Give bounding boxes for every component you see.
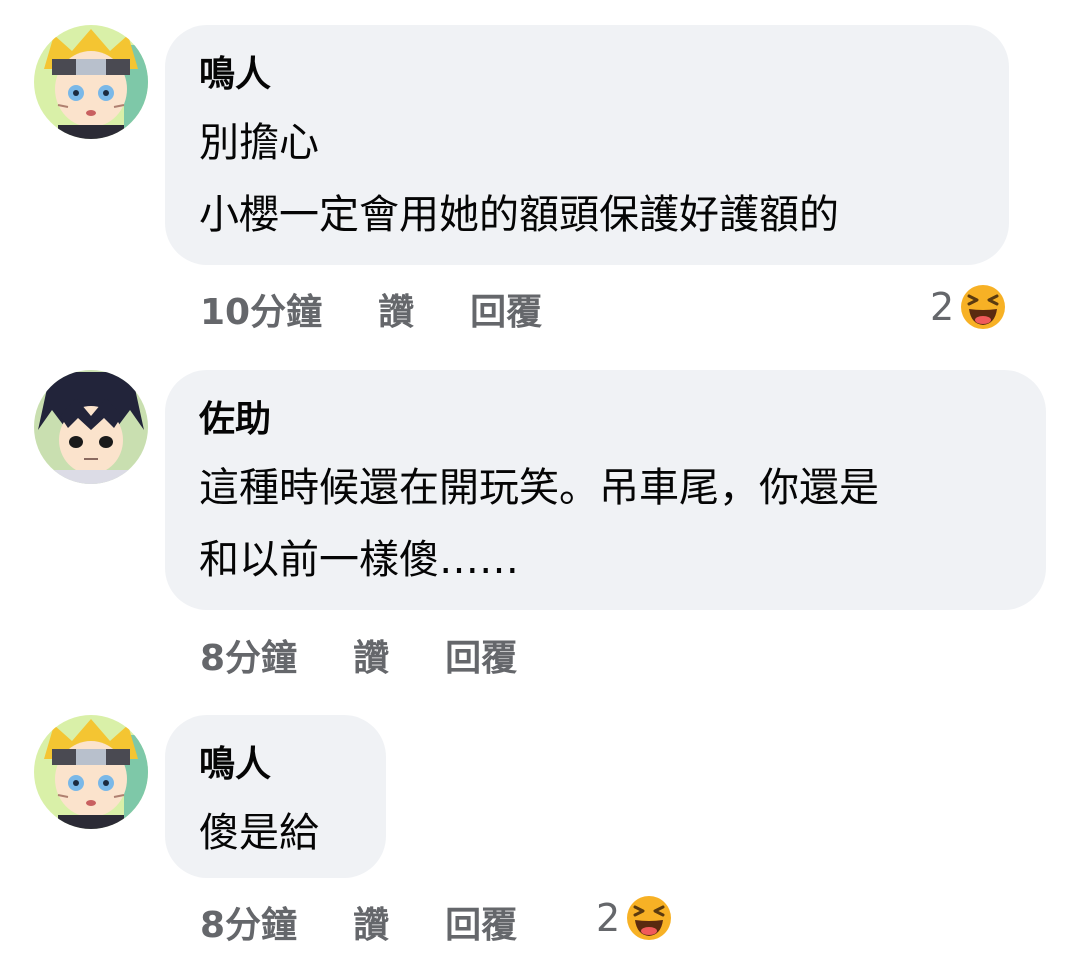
- comment-actions: 8分鐘 讚 回覆: [200, 630, 517, 680]
- reply-button[interactable]: 回覆: [445, 896, 517, 948]
- comment-bubble: 佐助 這種時候還在開玩笑。吊車尾，你還是 和以前一樣傻……: [165, 370, 1046, 610]
- sasuke-avatar-icon: [34, 370, 148, 484]
- avatar[interactable]: [34, 715, 148, 829]
- comment-line: 小櫻一定會用她的額頭保護好護額的: [199, 192, 839, 238]
- comment-author[interactable]: 鳴人: [199, 743, 352, 787]
- like-button[interactable]: 讚: [353, 896, 389, 948]
- comment-text: 傻是給: [199, 797, 352, 869]
- reaction-count: 2: [596, 896, 621, 940]
- comment-timestamp[interactable]: 10分鐘: [200, 283, 322, 335]
- comment-bubble: 鳴人 別擔心 小櫻一定會用她的額頭保護好護額的: [165, 25, 1009, 265]
- comment-line: 和以前一樣傻……: [199, 537, 519, 583]
- avatar[interactable]: [34, 370, 148, 484]
- like-button[interactable]: 讚: [353, 629, 389, 681]
- reply-button[interactable]: 回覆: [445, 629, 517, 681]
- reply-button[interactable]: 回覆: [470, 283, 542, 335]
- comment-author[interactable]: 鳴人: [199, 53, 975, 97]
- comment-line: 這種時候還在開玩笑。吊車尾，你還是: [199, 465, 879, 511]
- naruto-avatar-icon: [34, 715, 148, 829]
- like-button[interactable]: 讚: [378, 283, 414, 335]
- reaction-summary[interactable]: 2: [930, 284, 1006, 330]
- comment-text: 這種時候還在開玩笑。吊車尾，你還是 和以前一樣傻……: [199, 452, 1012, 596]
- comment-actions: 8分鐘 讚 回覆: [200, 897, 517, 947]
- laugh-emoji-icon: [961, 285, 1006, 329]
- avatar[interactable]: [34, 25, 148, 139]
- laugh-emoji-icon: [627, 896, 672, 940]
- comment-author[interactable]: 佐助: [199, 398, 1012, 442]
- comment-bubble: 鳴人 傻是給: [165, 715, 386, 878]
- comment-thread: 鳴人 別擔心 小櫻一定會用她的額頭保護好護額的 10分鐘 讚 回覆 2 佐助 這…: [0, 0, 1080, 963]
- comment-line: 傻是給: [199, 810, 319, 856]
- reaction-summary[interactable]: 2: [596, 895, 672, 941]
- comment-line: 別擔心: [199, 120, 319, 166]
- comment-timestamp[interactable]: 8分鐘: [200, 629, 297, 681]
- comment-text: 別擔心 小櫻一定會用她的額頭保護好護額的: [199, 107, 975, 251]
- naruto-avatar-icon: [34, 25, 148, 139]
- comment-timestamp[interactable]: 8分鐘: [200, 896, 297, 948]
- reaction-count: 2: [930, 285, 955, 329]
- comment-actions: 10分鐘 讚 回覆: [200, 284, 542, 334]
